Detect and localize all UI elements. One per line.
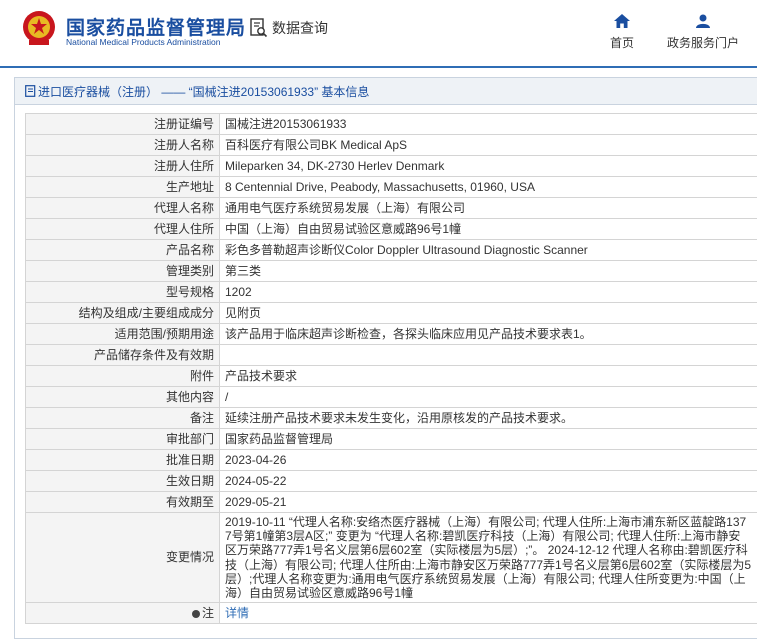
info-table: 注册证编号 国械注进20153061933 注册人名称 百科医疗有限公司BK Medi… xyxy=(25,113,757,625)
row-value: 2029-05-21 xyxy=(219,491,757,513)
row-key: 代理人名称 xyxy=(25,197,220,219)
table-row: 产品储存条件及有效期 xyxy=(25,344,757,366)
document-icon xyxy=(25,85,36,97)
panel-title-text: 进口医疗器械（注册） —— “国械注进20153061933” 基本信息 xyxy=(38,84,370,99)
row-key: 有效期至 xyxy=(25,491,220,513)
table-row: 生效日期 2024-05-22 xyxy=(25,470,757,492)
row-value: / xyxy=(219,386,757,408)
row-value: 通用电气医疗系统贸易发展（上海）有限公司 xyxy=(219,197,757,219)
row-key: 变更情况 xyxy=(25,511,220,604)
row-key: 批准日期 xyxy=(25,449,220,471)
data-query-icon xyxy=(250,18,268,38)
table-row: 代理人住所 中国（上海）自由贸易试验区意威路96号1幢 xyxy=(25,218,757,240)
national-emblem-icon xyxy=(23,11,55,45)
row-value: 第三类 xyxy=(219,260,757,282)
table-row: 批准日期 2023-04-26 xyxy=(25,449,757,471)
row-value: 国械注进20153061933 xyxy=(219,113,757,135)
table-row: 审批部门 国家药品监督管理局 xyxy=(25,428,757,450)
nav-service-portal-label: 政务服务门户 xyxy=(667,36,740,50)
row-value: 延续注册产品技术要求未发生变化，沿用原核发的产品技术要求。 xyxy=(219,407,757,429)
table-row: 有效期至 2029-05-21 xyxy=(25,491,757,513)
table-row-note: 注 详情 xyxy=(25,602,757,625)
row-value: 百科医疗有限公司BK Medical ApS xyxy=(219,134,757,156)
table-row: 注册人名称 百科医疗有限公司BK Medical ApS xyxy=(25,134,757,156)
table-row: 管理类别 第三类 xyxy=(25,260,757,282)
user-icon xyxy=(696,14,710,28)
info-rows: 注册证编号 国械注进20153061933 注册人名称 百科医疗有限公司BK Medi… xyxy=(25,113,757,513)
row-key: 生效日期 xyxy=(25,470,220,492)
table-row: 注册证编号 国械注进20153061933 xyxy=(25,113,757,135)
table-row: 结构及组成/主要组成成分 见附页 xyxy=(25,302,757,324)
row-key: 结构及组成/主要组成成分 xyxy=(25,302,220,324)
row-value: 8 Centennial Drive, Peabody, Massachuset… xyxy=(219,176,757,198)
row-key: 管理类别 xyxy=(25,260,220,282)
table-row: 注册人住所 Mileparken 34, DK-2730 Herlev Denma… xyxy=(25,155,757,177)
brand-subtitle: National Medical Products Administration xyxy=(66,37,221,47)
details-link[interactable]: 详情 xyxy=(225,606,249,620)
panel-title: 进口医疗器械（注册） —— “国械注进20153061933” 基本信息 xyxy=(15,78,757,105)
row-value: 详情 xyxy=(219,602,757,625)
nav-service-portal[interactable]: 政务服务门户 xyxy=(667,14,739,51)
row-value: 1202 xyxy=(219,281,757,303)
row-key: 注册人名称 xyxy=(25,134,220,156)
header-divider xyxy=(0,66,757,68)
table-row: 代理人名称 通用电气医疗系统贸易发展（上海）有限公司 xyxy=(25,197,757,219)
table-row: 其他内容 / xyxy=(25,386,757,408)
row-key: 注册证编号 xyxy=(25,113,220,135)
data-query-label: 数据查询 xyxy=(272,20,328,36)
row-value: 国家药品监督管理局 xyxy=(219,428,757,450)
table-row-changes: 变更情况 2019-10-11 “代理人名称:安络杰医疗器械（上海）有限公司; … xyxy=(25,511,757,604)
table-row: 型号规格 1202 xyxy=(25,281,757,303)
site-header: 国家药品监督管理局 National Medical Products Admi… xyxy=(0,0,757,66)
table-row: 备注 延续注册产品技术要求未发生变化，沿用原核发的产品技术要求。 xyxy=(25,407,757,429)
bullet-icon xyxy=(191,609,200,618)
row-key: 型号规格 xyxy=(25,281,220,303)
row-value: 彩色多普勒超声诊断仪Color Doppler Ultrasound Diagn… xyxy=(219,239,757,261)
row-key: 审批部门 xyxy=(25,428,220,450)
row-key: 注 xyxy=(25,602,220,625)
row-value: 2019-10-11 “代理人名称:安络杰医疗器械（上海）有限公司; 代理人住所… xyxy=(219,511,757,604)
table-row: 适用范围/预期用途 该产品用于临床超声诊断检查，各探头临床应用见产品技术要求表1。 xyxy=(25,323,757,345)
table-row: 产品名称 彩色多普勒超声诊断仪Color Doppler Ultrasound D… xyxy=(25,239,757,261)
row-key: 产品储存条件及有效期 xyxy=(25,344,220,366)
row-value: 产品技术要求 xyxy=(219,365,757,387)
brand-title: 国家药品监督管理局 xyxy=(66,18,247,39)
row-value: 该产品用于临床超声诊断检查，各探头临床应用见产品技术要求表1。 xyxy=(219,323,757,345)
row-key: 注册人住所 xyxy=(25,155,220,177)
table-row: 生产地址 8 Centennial Drive, Peabody, Massach… xyxy=(25,176,757,198)
row-value: 2023-04-26 xyxy=(219,449,757,471)
row-value: 见附页 xyxy=(219,302,757,324)
row-value: 2024-05-22 xyxy=(219,470,757,492)
row-value: Mileparken 34, DK-2730 Herlev Denmark xyxy=(219,155,757,177)
row-key-text: 注 xyxy=(201,605,214,620)
row-key: 适用范围/预期用途 xyxy=(25,323,220,345)
nav-home-label: 首页 xyxy=(610,36,635,50)
row-value xyxy=(219,344,757,366)
row-key: 代理人住所 xyxy=(25,218,220,240)
row-key: 生产地址 xyxy=(25,176,220,198)
row-value: 中国（上海）自由贸易试验区意威路96号1幢 xyxy=(219,218,757,240)
row-key: 备注 xyxy=(25,407,220,429)
detail-panel: 进口医疗器械（注册） —— “国械注进20153061933” 基本信息 注册证… xyxy=(14,77,757,639)
home-icon xyxy=(614,14,630,28)
row-key: 产品名称 xyxy=(25,239,220,261)
row-key: 附件 xyxy=(25,365,220,387)
nav-home[interactable]: 首页 xyxy=(610,14,634,51)
table-row: 附件 产品技术要求 xyxy=(25,365,757,387)
data-query-link[interactable]: 数据查询 xyxy=(250,18,328,38)
row-key: 其他内容 xyxy=(25,386,220,408)
